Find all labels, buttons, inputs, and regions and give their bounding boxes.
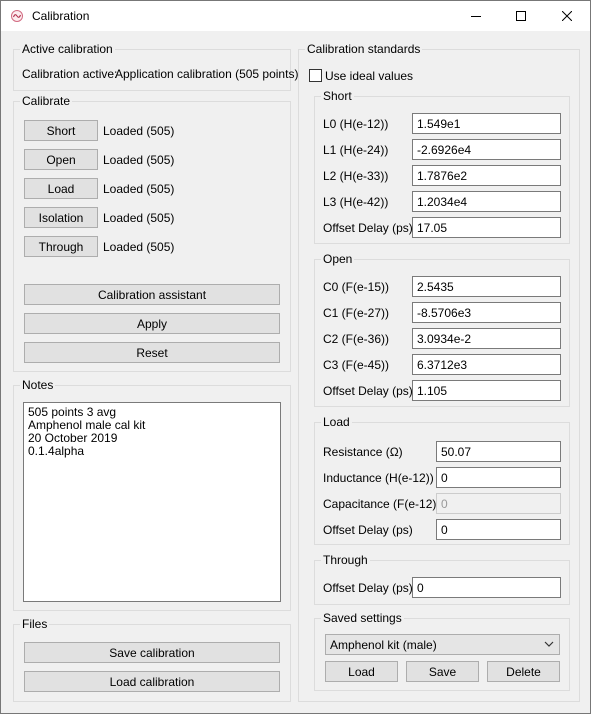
open-status: Loaded (505) bbox=[103, 153, 175, 167]
open-c1-label: C1 (F(e-27)) bbox=[323, 306, 390, 320]
saved-settings-group: Saved settings Amphenol kit (male) Load … bbox=[314, 611, 570, 691]
reset-button[interactable]: Reset bbox=[24, 342, 280, 363]
load-offset-delay-input[interactable]: 0 bbox=[436, 519, 561, 540]
open-offset-delay-input[interactable]: 1.105 bbox=[412, 380, 561, 401]
load-button[interactable]: Load bbox=[24, 178, 98, 199]
saved-delete-button[interactable]: Delete bbox=[487, 661, 560, 682]
open-group: Open C0 (F(e-15)) 2.5435 C1 (F(e-27)) -8… bbox=[314, 252, 570, 407]
through-offset-delay-label: Offset Delay (ps) bbox=[323, 581, 413, 595]
notes-textarea[interactable]: 505 points 3 avg Amphenol male cal kit 2… bbox=[23, 402, 281, 602]
open-c3-input[interactable]: 6.3712e3 bbox=[412, 354, 561, 375]
calibrate-title: Calibrate bbox=[20, 94, 73, 108]
active-calibration-title: Active calibration bbox=[20, 42, 115, 56]
through-status: Loaded (505) bbox=[103, 240, 175, 254]
load-offset-delay-label: Offset Delay (ps) bbox=[323, 523, 413, 537]
load-calibration-button[interactable]: Load calibration bbox=[24, 671, 280, 692]
close-button[interactable] bbox=[544, 1, 590, 31]
files-group: Files Save calibration Load calibration bbox=[13, 617, 291, 702]
saved-settings-select[interactable]: Amphenol kit (male) bbox=[325, 634, 560, 655]
calibration-standards-title: Calibration standards bbox=[305, 42, 423, 56]
saved-load-button[interactable]: Load bbox=[325, 661, 398, 682]
app-icon bbox=[11, 10, 23, 22]
short-l2-label: L2 (H(e-33)) bbox=[323, 169, 389, 183]
window-title: Calibration bbox=[32, 9, 90, 23]
short-l0-label: L0 (H(e-12)) bbox=[323, 117, 389, 131]
notes-title: Notes bbox=[20, 378, 56, 392]
short-l3-input[interactable]: 1.2034e4 bbox=[412, 191, 561, 212]
use-ideal-values-checkbox[interactable] bbox=[309, 69, 322, 82]
load-inductance-input[interactable]: 0 bbox=[436, 467, 561, 488]
load-inductance-label: Inductance (H(e-12)) bbox=[323, 471, 434, 485]
short-status: Loaded (505) bbox=[103, 124, 175, 138]
notes-group: Notes 505 points 3 avg Amphenol male cal… bbox=[13, 378, 291, 611]
short-l0-input[interactable]: 1.549e1 bbox=[412, 113, 561, 134]
open-c1-input[interactable]: -8.5706e3 bbox=[412, 302, 561, 323]
load-capacitance-label: Capacitance (F(e-12)) bbox=[323, 497, 441, 511]
short-l2-input[interactable]: 1.7876e2 bbox=[412, 165, 561, 186]
use-ideal-values-label: Use ideal values bbox=[325, 69, 414, 83]
through-button[interactable]: Through bbox=[24, 236, 98, 257]
through-group: Through Offset Delay (ps) 0 bbox=[314, 553, 570, 605]
through-title: Through bbox=[321, 553, 370, 567]
short-l1-input[interactable]: -2.6926e4 bbox=[412, 139, 561, 160]
calibration-assistant-button[interactable]: Calibration assistant bbox=[24, 284, 280, 305]
minimize-icon bbox=[471, 16, 481, 17]
notes-line: 0.1.4alpha bbox=[28, 444, 85, 458]
open-c2-label: C2 (F(e-36)) bbox=[323, 332, 390, 346]
load-group: Load Resistance (Ω) 50.07 Inductance (H(… bbox=[314, 415, 570, 545]
active-calibration-value: Application calibration (505 points) bbox=[115, 67, 299, 81]
save-calibration-button[interactable]: Save calibration bbox=[24, 642, 280, 663]
load-capacitance-input: 0 bbox=[436, 493, 561, 514]
files-title: Files bbox=[20, 617, 50, 631]
short-offset-delay-input[interactable]: 17.05 bbox=[412, 217, 561, 238]
active-calibration-prefix: Calibration active: bbox=[22, 67, 118, 81]
load-status: Loaded (505) bbox=[103, 182, 175, 196]
active-calibration-group: Active calibration Calibration active: A… bbox=[13, 42, 298, 91]
saved-settings-selected: Amphenol kit (male) bbox=[330, 638, 437, 652]
title-bar[interactable]: Calibration bbox=[1, 1, 590, 31]
close-icon bbox=[562, 11, 572, 21]
short-l1-label: L1 (H(e-24)) bbox=[323, 143, 389, 157]
isolation-status: Loaded (505) bbox=[103, 211, 175, 225]
through-offset-delay-input[interactable]: 0 bbox=[412, 577, 561, 598]
short-offset-delay-label: Offset Delay (ps) bbox=[323, 221, 413, 235]
open-c3-label: C3 (F(e-45)) bbox=[323, 358, 390, 372]
short-button[interactable]: Short bbox=[24, 120, 98, 141]
load-title: Load bbox=[321, 415, 352, 429]
open-button[interactable]: Open bbox=[24, 149, 98, 170]
open-title: Open bbox=[321, 252, 355, 266]
open-c2-input[interactable]: 3.0934e-2 bbox=[412, 328, 561, 349]
load-resistance-label: Resistance (Ω) bbox=[323, 445, 403, 459]
open-c0-input[interactable]: 2.5435 bbox=[412, 276, 561, 297]
saved-settings-title: Saved settings bbox=[321, 611, 404, 625]
saved-save-button[interactable]: Save bbox=[406, 661, 479, 682]
apply-button[interactable]: Apply bbox=[24, 313, 280, 334]
short-l3-label: L3 (H(e-42)) bbox=[323, 195, 389, 209]
open-offset-delay-label: Offset Delay (ps) bbox=[323, 384, 413, 398]
load-resistance-input[interactable]: 50.07 bbox=[436, 441, 561, 462]
calibration-standards-group: Calibration standards Use ideal values S… bbox=[298, 42, 580, 702]
chevron-down-icon bbox=[544, 641, 554, 647]
open-c0-label: C0 (F(e-15)) bbox=[323, 280, 390, 294]
short-title: Short bbox=[321, 89, 354, 103]
minimize-button[interactable] bbox=[453, 1, 499, 31]
maximize-button[interactable] bbox=[498, 1, 544, 31]
calibrate-group: Calibrate Short Loaded (505) Open Loaded… bbox=[13, 94, 291, 372]
calibration-window: Calibration Active calibration Calibrati… bbox=[0, 0, 591, 714]
short-group: Short L0 (H(e-12)) 1.549e1 L1 (H(e-24)) … bbox=[314, 89, 570, 244]
maximize-icon bbox=[516, 11, 526, 21]
isolation-button[interactable]: Isolation bbox=[24, 207, 98, 228]
